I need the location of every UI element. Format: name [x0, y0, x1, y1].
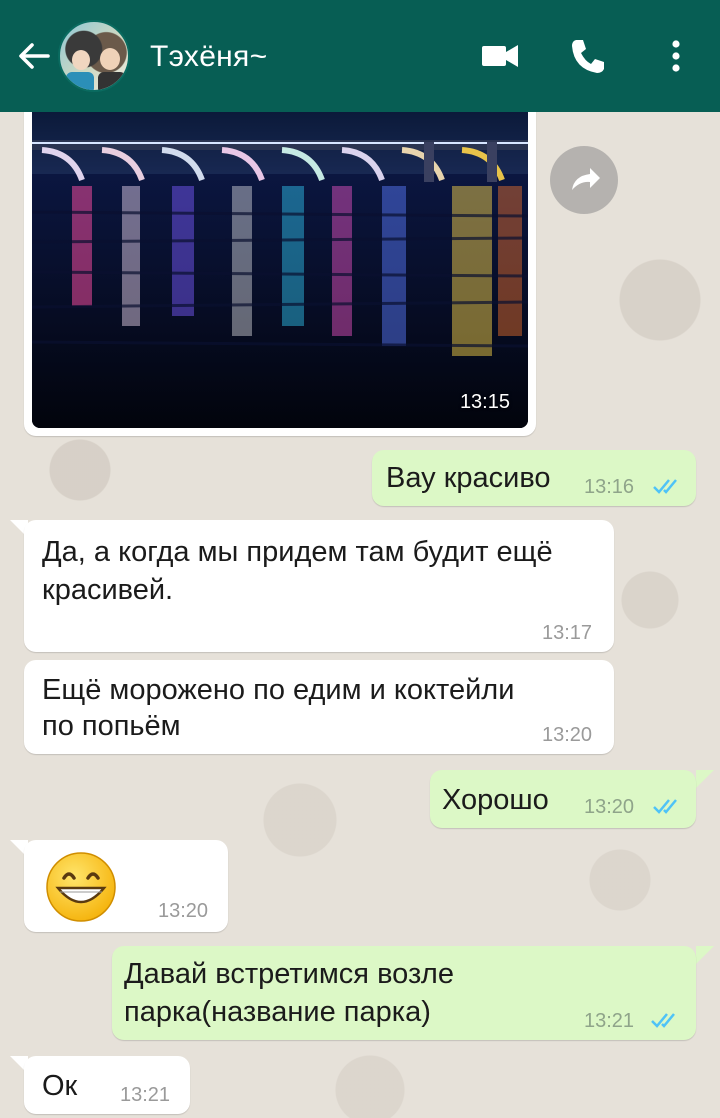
avatar-face: [72, 50, 90, 70]
message-text: Хорошо: [442, 784, 549, 816]
avatar-figure: [98, 72, 126, 90]
read-ticks-icon: [653, 799, 677, 814]
message-time: 13:21: [120, 1084, 171, 1106]
avatar-figure: [66, 72, 94, 90]
outgoing-message[interactable]: Давай встретимся возле парка(название па…: [112, 946, 696, 1040]
photo-bridge-fountain[interactable]: 13:15: [32, 112, 528, 428]
message-text-line: красивей.: [42, 574, 174, 606]
arrow-left-icon[interactable]: [14, 36, 54, 76]
message-text-line: парка(название парка): [124, 996, 431, 1028]
message-text-line: по попьём: [42, 710, 181, 742]
chat-header: Тэхёня~: [0, 0, 720, 112]
share-arrow-icon: [572, 168, 600, 190]
message-time: 13:21: [584, 1010, 635, 1032]
message-time: 13:20: [542, 724, 593, 746]
bubble-tail: [696, 770, 714, 788]
message-text-line: Ещё мороженo по едим и коктейли: [42, 674, 515, 706]
read-ticks-icon: [653, 479, 677, 494]
avatar-face: [100, 48, 120, 70]
message-time: 13:17: [542, 622, 593, 644]
message-text: Вау красиво: [386, 462, 551, 494]
message-time: 13:15: [459, 391, 510, 413]
incoming-message[interactable]: Ещё мороженo по едим и коктейли по попьё…: [24, 660, 614, 754]
image-message[interactable]: 13:15: [24, 104, 536, 436]
bubble-tail: [696, 946, 714, 964]
message-text-line: Давай встретимся возле: [124, 958, 454, 990]
message-text-line: Да, а когда мы придем там будит ещё: [42, 536, 553, 568]
video-call-icon[interactable]: [478, 34, 522, 78]
avatar[interactable]: [58, 20, 130, 92]
grinning-face-emoji-icon: [46, 852, 116, 922]
more-vert-icon[interactable]: [654, 34, 698, 78]
incoming-message[interactable]: Да, а когда мы придем там будит ещё крас…: [24, 520, 614, 652]
message-time: 13:20: [158, 900, 209, 922]
outgoing-message[interactable]: Вау красиво 13:16: [372, 450, 696, 506]
message-text: Ок: [42, 1070, 78, 1102]
forward-button[interactable]: [550, 146, 618, 214]
message-time: 13:16: [584, 476, 635, 498]
read-ticks-icon: [651, 1013, 675, 1028]
contact-name[interactable]: Тэхёня~: [150, 40, 267, 74]
outgoing-message[interactable]: Хорошо 13:20: [430, 770, 696, 828]
phone-icon[interactable]: [566, 34, 610, 78]
message-time: 13:20: [584, 796, 635, 818]
incoming-message[interactable]: Ок 13:21: [24, 1056, 190, 1114]
